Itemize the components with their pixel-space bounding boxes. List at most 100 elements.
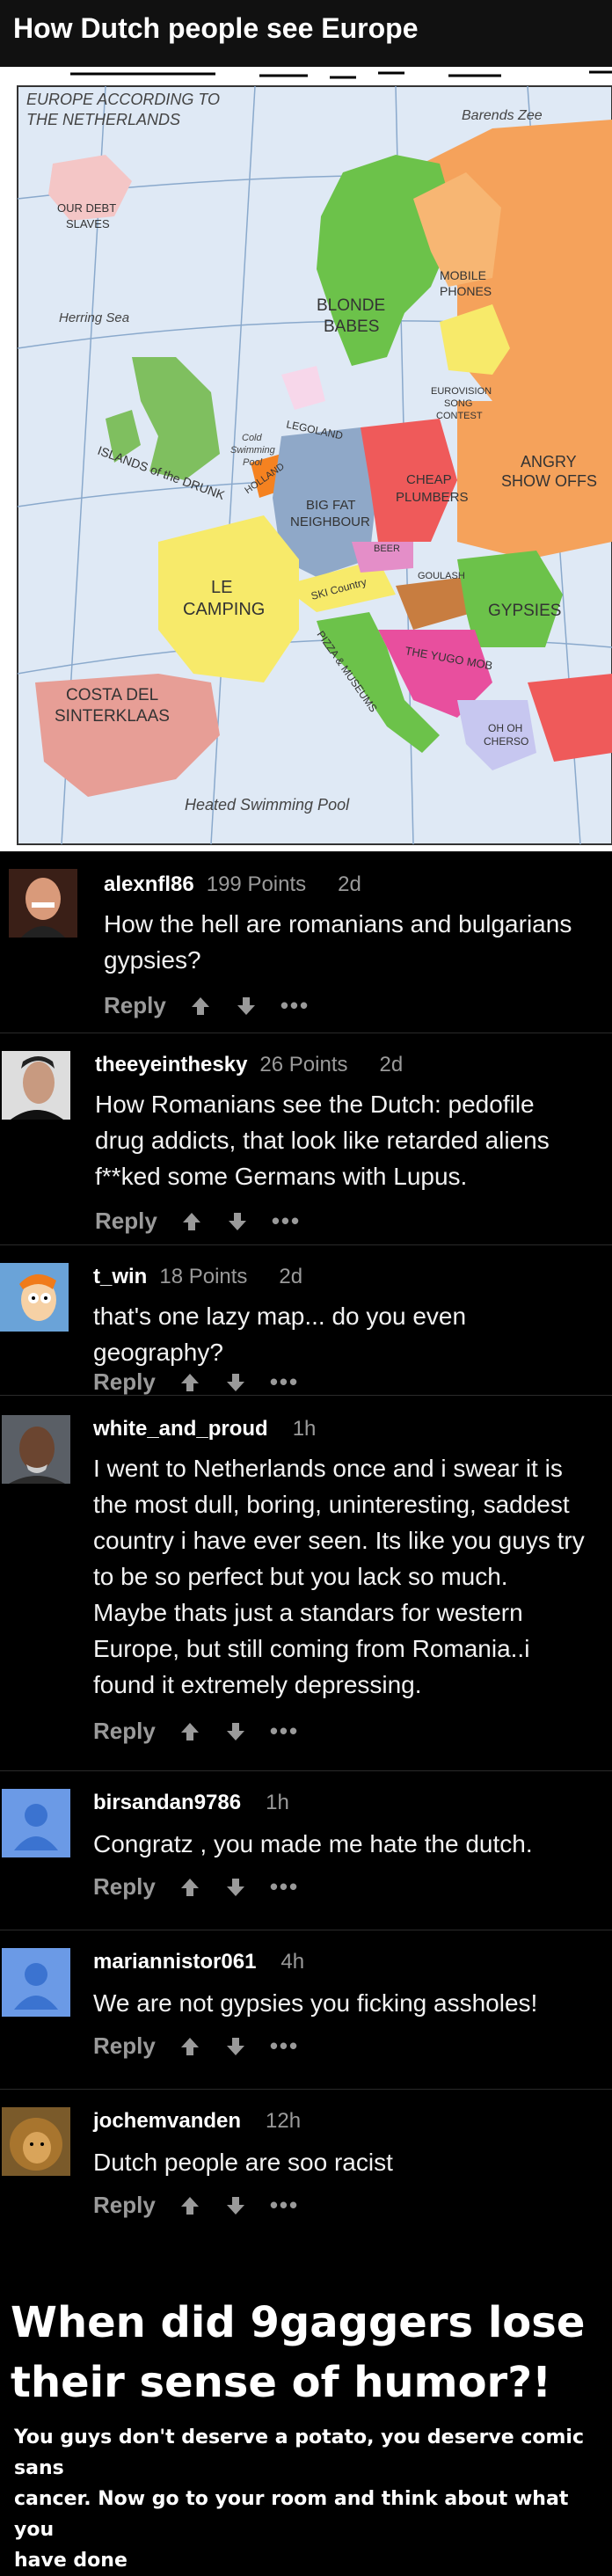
more-options-icon[interactable]: ••• bbox=[270, 1718, 299, 1745]
comment-text-line: We are not gypsies you ficking assholes! bbox=[93, 1989, 538, 2017]
comment-time: 2d bbox=[379, 1053, 404, 1076]
comment-meta: jochemvanden 12h bbox=[93, 2109, 301, 2134]
map-label-blonde2: BABES bbox=[324, 317, 379, 336]
map-label-camping1: LE bbox=[211, 578, 232, 597]
reply-button[interactable]: Reply bbox=[93, 1368, 156, 1396]
man-portrait-avatar[interactable] bbox=[2, 1051, 70, 1120]
comment-text: Congratz , you made me hate the dutch. bbox=[93, 1826, 533, 1862]
comment-item: birsandan9786 1h Congratz , you made me h… bbox=[0, 1771, 612, 1930]
more-options-icon[interactable]: ••• bbox=[280, 992, 310, 1019]
comment-actions: Reply ••• bbox=[93, 2192, 299, 2219]
map-label-neighbour1: BIG FAT bbox=[306, 498, 355, 513]
comment-username[interactable]: mariannistor061 bbox=[93, 1950, 256, 1974]
comment-item: white_and_proud 1h I went to Netherlands … bbox=[0, 1396, 612, 1771]
map-heading-line1: EUROPE ACCORDING TO bbox=[26, 91, 220, 108]
map-label-euro2: SONG bbox=[444, 398, 472, 409]
reply-button[interactable]: Reply bbox=[104, 992, 166, 1019]
comment-meta: t_win 18 Points 2d bbox=[93, 1265, 302, 1289]
reply-button[interactable]: Reply bbox=[93, 1718, 156, 1745]
comment-points: 199 Points bbox=[206, 872, 307, 896]
downvote-arrow-icon[interactable] bbox=[224, 1371, 247, 1394]
comment-username[interactable]: jochemvanden bbox=[93, 2109, 241, 2133]
more-options-icon[interactable]: ••• bbox=[272, 1208, 301, 1235]
comment-points: 18 Points bbox=[159, 1265, 248, 1288]
more-options-icon[interactable]: ••• bbox=[270, 2192, 299, 2219]
downvote-arrow-icon[interactable] bbox=[224, 2035, 247, 2058]
comment-text-line: to be so perfect but you lack so much. bbox=[93, 1563, 508, 1590]
map-label-plumbers1: CHEAP bbox=[406, 472, 452, 487]
map-label-angry2: SHOW OFFS bbox=[501, 472, 597, 490]
comment-time: 2d bbox=[279, 1265, 303, 1288]
comment-text: I went to Netherlands once and i swear i… bbox=[93, 1450, 585, 1703]
downvote-arrow-icon[interactable] bbox=[224, 1876, 247, 1899]
map-label-barents: Barends Zee bbox=[462, 108, 543, 123]
map-label-euro1: EUROVISION bbox=[431, 386, 492, 397]
map-label-sinterklaas1: COSTA DEL bbox=[66, 686, 158, 704]
reply-button[interactable]: Reply bbox=[93, 2192, 156, 2219]
downvote-arrow-icon[interactable] bbox=[235, 995, 258, 1018]
comment-username[interactable]: birsandan9786 bbox=[93, 1791, 241, 1814]
comment-actions: Reply ••• bbox=[95, 1208, 301, 1235]
map-label-ohoh2: CHERSO bbox=[484, 735, 528, 748]
map-label-debt1: OUR DEBT bbox=[57, 201, 116, 215]
comment-username[interactable]: white_and_proud bbox=[93, 1417, 268, 1441]
reply-button[interactable]: Reply bbox=[95, 1208, 157, 1235]
man-photo-avatar[interactable] bbox=[2, 1415, 70, 1484]
upvote-arrow-icon[interactable] bbox=[189, 995, 212, 1018]
comment-username[interactable]: alexnfl86 bbox=[104, 872, 194, 896]
europe-map: EUROPE ACCORDING TO THE NETHERLANDS Bare… bbox=[17, 70, 612, 845]
reply-button[interactable]: Reply bbox=[93, 1873, 156, 1901]
map-label-beer: BEER bbox=[374, 544, 400, 554]
downvote-arrow-icon[interactable] bbox=[226, 1210, 249, 1233]
map-label-debt2: SLAVES bbox=[66, 217, 110, 230]
comment-actions: Reply ••• bbox=[93, 1873, 299, 1901]
comment-item: jochemvanden 12h Dutch people are soo rac… bbox=[0, 2090, 612, 2248]
comment-username[interactable]: theeyeinthesky bbox=[95, 1053, 247, 1076]
upvote-arrow-icon[interactable] bbox=[178, 2035, 201, 2058]
cartoon-fry-avatar[interactable] bbox=[0, 1263, 69, 1332]
comment-text-line: Maybe thats just a standars for western bbox=[93, 1599, 523, 1626]
caption-subtext-line: cancer. Now go to your room and think ab… bbox=[14, 2488, 569, 2541]
comment-text-line: I went to Netherlands once and i swear i… bbox=[93, 1455, 563, 1482]
default-user-avatar[interactable] bbox=[2, 1948, 70, 2017]
caption-subtext-line: have done bbox=[14, 2550, 128, 2572]
comment-meta: theeyeinthesky 26 Points 2d bbox=[95, 1053, 403, 1077]
comment-username[interactable]: t_win bbox=[93, 1265, 147, 1288]
more-options-icon[interactable]: ••• bbox=[270, 1368, 299, 1396]
post-title-bar: How Dutch people see Europe bbox=[0, 0, 612, 67]
upvote-arrow-icon[interactable] bbox=[178, 1720, 201, 1743]
downvote-arrow-icon[interactable] bbox=[224, 1720, 247, 1743]
upvote-arrow-icon[interactable] bbox=[178, 2194, 201, 2217]
comment-item: alexnfl86 199 Points 2d How the hell are r… bbox=[0, 851, 612, 1033]
comment-time: 12h bbox=[266, 2109, 302, 2133]
map-label-euro3: CONTEST bbox=[436, 411, 483, 421]
post-title: How Dutch people see Europe bbox=[13, 12, 419, 44]
comment-actions: Reply ••• bbox=[104, 992, 310, 1019]
map-label-angry1: ANGRY bbox=[521, 453, 577, 471]
comment-text-line: f**ked some Germans with Lupus. bbox=[95, 1163, 468, 1190]
comment-text-line: How Romanians see the Dutch: pedofile bbox=[95, 1091, 535, 1118]
comment-text: How the hell are romanians and bulgarian… bbox=[104, 906, 572, 978]
reply-button[interactable]: Reply bbox=[93, 2032, 156, 2060]
map-label-camping2: CAMPING bbox=[183, 600, 265, 619]
more-options-icon[interactable]: ••• bbox=[270, 1873, 299, 1901]
comment-text-line: Congratz , you made me hate the dutch. bbox=[93, 1830, 533, 1857]
more-options-icon[interactable]: ••• bbox=[270, 2032, 299, 2060]
lion-avatar[interactable] bbox=[2, 2107, 70, 2176]
caption-subtext: You guys don't deserve a potato, you des… bbox=[14, 2422, 608, 2576]
upvote-arrow-icon[interactable] bbox=[178, 1371, 201, 1394]
upvote-arrow-icon[interactable] bbox=[180, 1210, 203, 1233]
downvote-arrow-icon[interactable] bbox=[224, 2194, 247, 2217]
comment-text-line: geography? bbox=[93, 1339, 223, 1366]
comment-text-line: How the hell are romanians and bulgarian… bbox=[104, 910, 572, 938]
comment-text: We are not gypsies you ficking assholes! bbox=[93, 1985, 537, 2021]
man-grin-avatar[interactable] bbox=[9, 869, 77, 938]
map-label-cold1: Cold bbox=[242, 433, 263, 443]
default-user-avatar[interactable] bbox=[2, 1789, 70, 1857]
comment-points: 26 Points bbox=[259, 1053, 348, 1076]
upvote-arrow-icon[interactable] bbox=[178, 1876, 201, 1899]
map-heading-line2: THE NETHERLANDS bbox=[26, 111, 180, 128]
comment-text-line: drug addicts, that look like retarded al… bbox=[95, 1127, 550, 1154]
map-label-goulash: GOULASH bbox=[418, 571, 465, 581]
map-label-heated: Heated Swimming Pool bbox=[185, 796, 350, 814]
